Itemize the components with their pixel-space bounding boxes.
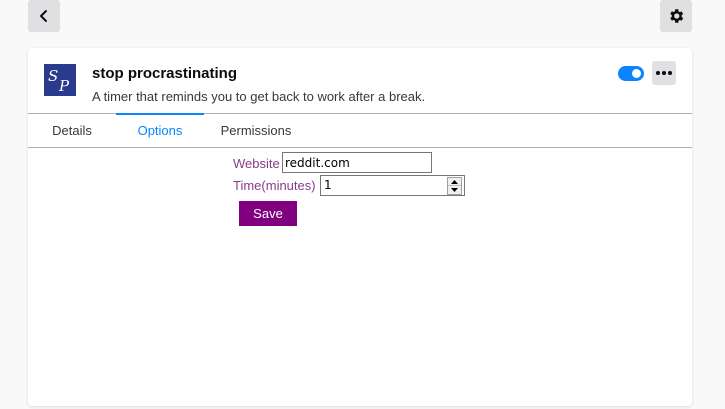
addon-card: S P stop procrastinating A timer that re…: [28, 48, 692, 406]
toggle-knob: [632, 69, 641, 78]
svg-text:P: P: [58, 77, 70, 95]
tab-bar: Details Options Permissions: [28, 113, 692, 148]
caret-up-icon: [451, 179, 458, 184]
addon-logo: S P: [44, 64, 76, 96]
tab-permissions[interactable]: Permissions: [204, 114, 308, 147]
settings-button[interactable]: [660, 0, 692, 32]
addon-name: stop procrastinating: [92, 65, 238, 82]
more-options-button[interactable]: [652, 61, 676, 85]
enable-toggle[interactable]: [618, 66, 644, 81]
chevron-left-icon: [40, 10, 47, 22]
addon-header: S P stop procrastinating A timer that re…: [28, 48, 692, 113]
gear-icon: [670, 9, 684, 23]
time-input[interactable]: 1: [320, 175, 465, 196]
time-input-value: 1: [324, 178, 332, 192]
tab-options[interactable]: Options: [116, 113, 204, 147]
addon-description: A timer that reminds you to get back to …: [92, 89, 426, 104]
spin-up-button[interactable]: [448, 178, 461, 186]
website-label: Website: [233, 156, 280, 171]
save-button[interactable]: Save: [239, 201, 297, 226]
options-panel: Website Time(minutes) 1 Save: [28, 148, 692, 406]
tab-details[interactable]: Details: [28, 114, 116, 147]
spin-down-button[interactable]: [448, 186, 461, 194]
website-input[interactable]: [282, 152, 432, 173]
back-button[interactable]: [28, 0, 60, 32]
svg-text:S: S: [48, 67, 58, 85]
caret-down-icon: [451, 188, 458, 192]
time-spinner: [447, 177, 462, 195]
addon-logo-icon: S P: [44, 64, 76, 96]
ellipsis-icon: [656, 71, 672, 75]
top-bar: [0, 0, 725, 34]
time-label: Time(minutes): [233, 178, 316, 193]
